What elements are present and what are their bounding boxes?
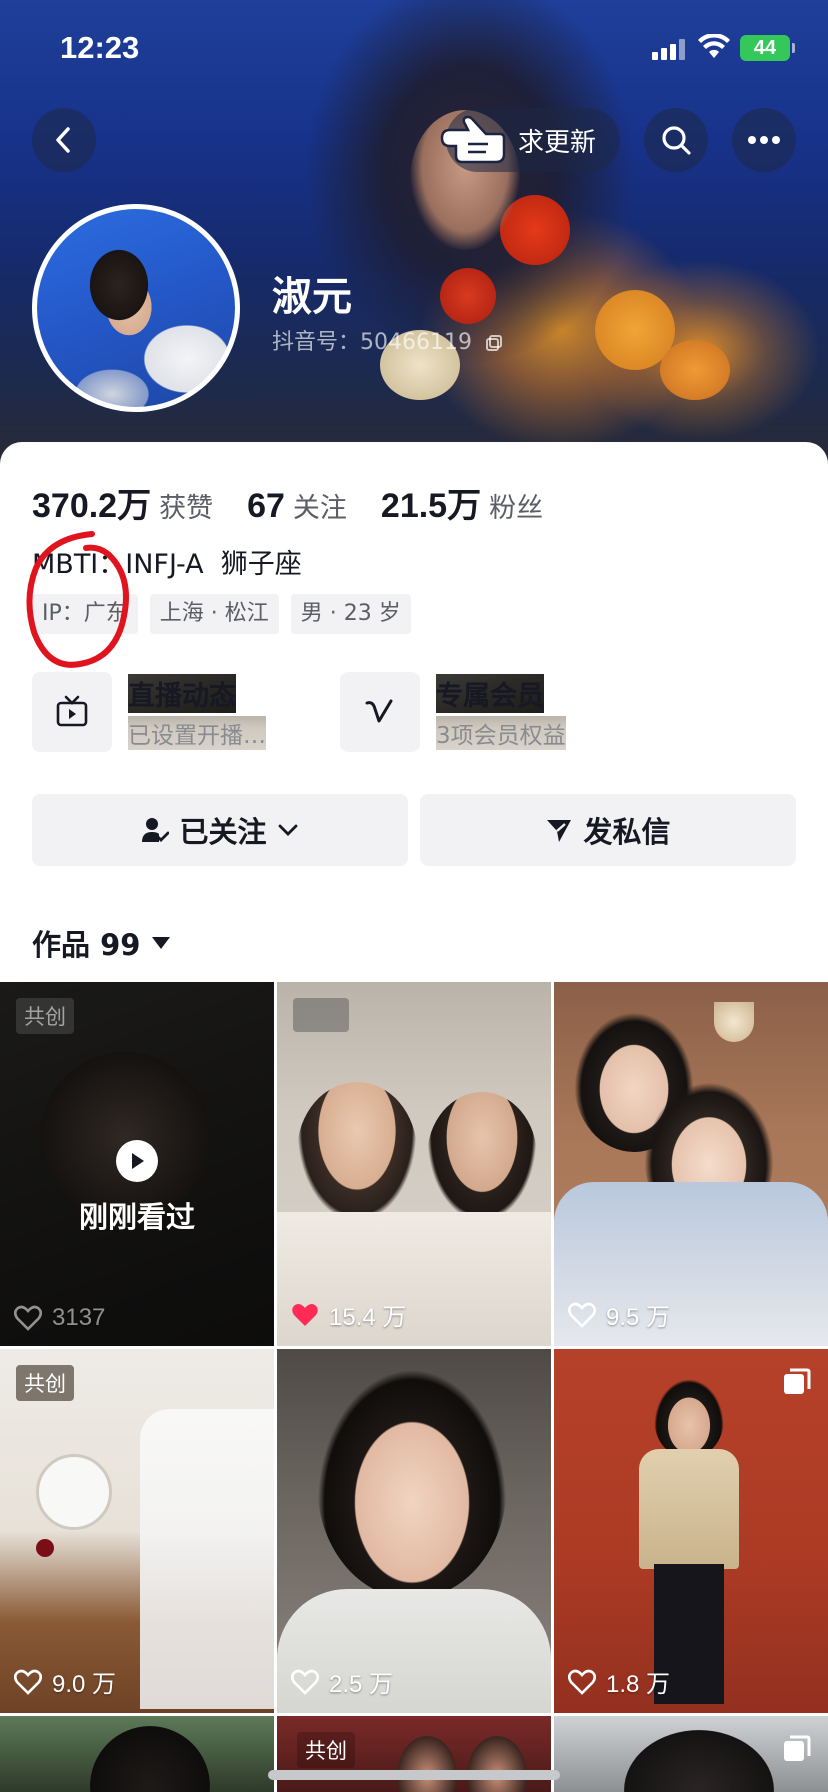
following-button[interactable]: 已关注	[32, 794, 408, 866]
like-count-text: 3137	[52, 1304, 106, 1331]
following-label[interactable]: 关注	[293, 486, 347, 525]
tile-badge	[293, 998, 349, 1032]
status-bar: 12:23 44	[0, 0, 828, 100]
video-tile[interactable]: 2.5 万	[277, 1349, 551, 1713]
more-button[interactable]	[732, 108, 796, 172]
thumbnail-figure	[297, 1082, 417, 1222]
video-tile[interactable]: 9.5 万	[554, 982, 828, 1346]
following-count[interactable]: 67	[247, 487, 285, 526]
play-icon	[116, 1140, 158, 1182]
video-tile[interactable]: 共创	[277, 1716, 551, 1792]
send-message-label: 发私信	[583, 815, 671, 849]
membership-entry[interactable]: 专属会员 3项会员权益	[340, 672, 640, 752]
heart-outline-icon	[568, 1302, 596, 1328]
video-tile[interactable]	[0, 1716, 274, 1792]
caret-down-icon	[152, 937, 171, 949]
like-count-text: 9.5 万	[606, 1304, 671, 1331]
thumbnail-lamp	[714, 1002, 754, 1042]
thumbnail-cherry	[36, 1539, 54, 1557]
thumbnail-figure	[624, 1730, 774, 1792]
co-creation-badge: 共创	[16, 998, 74, 1034]
like-count-text: 2.5 万	[329, 1671, 394, 1698]
status-time: 12:23	[60, 30, 140, 65]
city-tag[interactable]: 上海 · 松江	[149, 594, 279, 634]
heart-outline-icon	[568, 1669, 596, 1695]
request-update-label: 求更新	[518, 128, 597, 158]
search-button[interactable]	[644, 108, 708, 172]
battery-icon: 44	[740, 35, 795, 61]
likes-label: 获赞	[159, 493, 214, 524]
thumbnail-arm	[140, 1409, 274, 1709]
tv-icon	[32, 672, 112, 752]
like-count: 3137	[14, 1304, 105, 1332]
thumbnail-figure	[654, 1379, 724, 1459]
douyin-id-text: 抖音号：50466119	[272, 330, 472, 355]
heart-outline-icon	[291, 1669, 319, 1695]
like-count: 9.5 万	[568, 1297, 670, 1332]
battery-level: 44	[753, 37, 777, 59]
v-icon	[340, 672, 420, 752]
thumbnail-clock	[36, 1454, 112, 1530]
avatar[interactable]	[32, 204, 240, 412]
banner-flower	[440, 268, 496, 324]
back-button[interactable]	[32, 108, 96, 172]
thumbnail-figure	[397, 1736, 457, 1792]
followers-count[interactable]: 21.5万	[381, 478, 481, 527]
more-dots-icon	[748, 136, 780, 144]
heart-outline-icon	[14, 1305, 42, 1331]
cellular-signal-icon	[652, 38, 688, 60]
thumbnail-figure	[467, 1736, 527, 1792]
like-count-text: 15.4 万	[329, 1304, 407, 1331]
works-count-label: 作品 99	[32, 928, 141, 962]
like-count-text: 9.0 万	[52, 1671, 117, 1698]
search-icon	[662, 126, 691, 155]
like-count: 2.5 万	[291, 1664, 393, 1699]
multi-image-icon	[784, 1735, 811, 1761]
live-updates-entry[interactable]: 直播动态 已设置开播…	[32, 672, 332, 752]
home-indicator[interactable]	[268, 1770, 560, 1780]
video-tile[interactable]: 共创 刚刚看过 3137	[0, 982, 274, 1346]
membership-title: 专属会员	[436, 674, 544, 713]
send-icon	[547, 820, 572, 842]
wifi-icon	[698, 34, 730, 58]
thumbnail-jacket	[639, 1449, 739, 1569]
co-creation-badge: 共创	[16, 1365, 74, 1401]
like-count-text: 1.8 万	[606, 1671, 671, 1698]
co-creation-badge: 共创	[297, 1732, 355, 1768]
chevron-down-icon	[278, 824, 297, 836]
like-count: 9.0 万	[14, 1664, 116, 1699]
user-check-icon	[142, 818, 170, 842]
send-message-button[interactable]: 发私信	[420, 794, 796, 866]
video-tile[interactable]: 共创 9.0 万	[0, 1349, 274, 1713]
pointing-hand-icon	[440, 115, 506, 164]
banner-flower	[660, 340, 730, 400]
like-count: 1.8 万	[568, 1664, 670, 1699]
recently-viewed-label: 刚刚看过	[78, 1200, 195, 1234]
thumbnail-figure	[427, 1092, 537, 1222]
thumbnail-figure	[90, 1726, 210, 1792]
like-count: 15.4 万	[291, 1297, 406, 1332]
membership-subtitle: 3项会员权益	[436, 716, 566, 750]
thumbnail-figure	[317, 1369, 507, 1599]
live-updates-subtitle: 已设置开播…	[128, 716, 266, 750]
heart-outline-icon	[14, 1669, 42, 1695]
gender-age-tag: 男 · 23 岁	[290, 594, 411, 634]
video-tile[interactable]: 15.4 万	[277, 982, 551, 1346]
works-tab[interactable]: 作品 99	[32, 922, 171, 964]
copy-icon[interactable]	[485, 334, 503, 352]
video-tile[interactable]: 1.8 万	[554, 1349, 828, 1713]
following-label-text: 已关注	[179, 815, 267, 849]
followers-label[interactable]: 粉丝	[489, 486, 543, 525]
annotation-circle	[26, 531, 129, 668]
video-tile[interactable]	[554, 1716, 828, 1792]
request-update-button[interactable]: 求更新	[440, 108, 620, 172]
heart-filled-icon	[292, 1303, 318, 1326]
profile-name: 淑元	[272, 274, 352, 320]
douyin-id[interactable]: 抖音号：50466119	[272, 324, 503, 356]
chevron-left-icon	[56, 127, 70, 153]
multi-image-icon	[784, 1368, 811, 1394]
live-updates-title: 直播动态	[128, 674, 236, 713]
